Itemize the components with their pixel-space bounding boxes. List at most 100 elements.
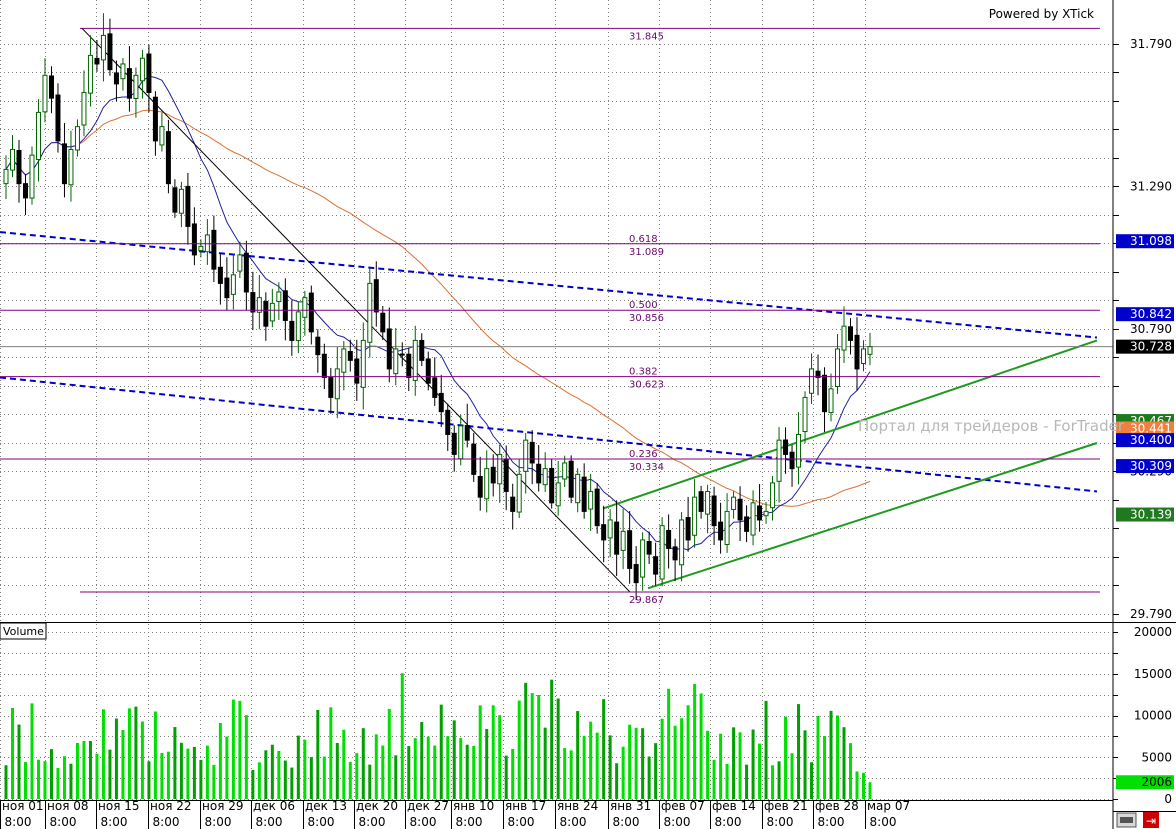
volume-bar [550, 679, 554, 799]
date-time-label: 8:00 [560, 815, 587, 829]
date-tick-label: фев 21 [764, 799, 808, 813]
candle-body [666, 529, 672, 549]
candle-body [185, 185, 191, 227]
volume-bar [121, 729, 125, 799]
candle-body [562, 462, 568, 480]
volume-bar [732, 727, 736, 799]
candle-body [490, 466, 496, 484]
volume-bar [745, 764, 749, 799]
volume-bar [4, 765, 8, 799]
fib-price-label: 30.856 [629, 313, 664, 324]
volume-bar [511, 748, 515, 799]
candle-body [867, 346, 873, 355]
price-tick-label: 31.790 [1130, 37, 1172, 51]
candle-body [835, 348, 841, 388]
volume-bar [270, 744, 274, 799]
date-tick-label: ноя 22 [150, 799, 192, 813]
candle-body [367, 282, 373, 343]
volume-bar [283, 760, 287, 799]
date-time-label: 8:00 [508, 815, 535, 829]
candle-body [412, 339, 418, 381]
candle-body [770, 482, 776, 509]
volume-bar [114, 718, 118, 799]
volume-tick-label: 10000 [1134, 709, 1172, 723]
volume-bar [628, 724, 632, 799]
volume-bar [426, 736, 430, 799]
volume-bar [30, 703, 34, 799]
candle-body [705, 490, 711, 515]
volume-bar [712, 759, 716, 799]
volume-bar [433, 745, 437, 799]
candle-body [627, 530, 633, 569]
volume-bar [862, 772, 866, 799]
volume-bar [595, 732, 599, 799]
volume-bar [660, 718, 664, 799]
candle-body [191, 223, 197, 256]
candle-body [29, 154, 35, 199]
candle-body [529, 441, 535, 464]
date-time-label: 8:00 [50, 815, 77, 829]
volume-bar [75, 742, 79, 799]
volume-bar [803, 730, 807, 799]
candle-body [516, 473, 522, 513]
volume-bar [387, 709, 391, 799]
volume-bar [758, 743, 762, 799]
volume-bar [420, 722, 424, 799]
volume-bar [719, 733, 723, 799]
date-time-label: 8:00 [456, 815, 483, 829]
candle-body [295, 311, 301, 342]
volume-bar [823, 735, 827, 799]
volume-bar [160, 752, 164, 799]
volume-bar [296, 735, 300, 799]
volume-bar [69, 763, 73, 799]
fib-price-label: 31.845 [629, 31, 664, 42]
candle-body [640, 539, 646, 578]
volume-bar [322, 756, 326, 799]
candle-body [243, 252, 249, 293]
candle-body [3, 168, 9, 185]
date-tick-label: янв 17 [505, 799, 546, 813]
volume-bar [277, 750, 281, 799]
candle-body [74, 126, 80, 151]
candle-body [711, 495, 717, 527]
candle-body [237, 254, 243, 272]
date-tick-label: фев 28 [815, 799, 859, 813]
volume-bar [49, 749, 53, 799]
candle-body [854, 334, 860, 370]
volume-bar [95, 753, 99, 799]
candle-body [731, 496, 737, 510]
volume-bar [498, 715, 502, 799]
candle-body [48, 75, 54, 99]
candle-body [165, 131, 171, 185]
volume-bar [361, 728, 365, 799]
volume-bar [543, 727, 547, 799]
candle-body [354, 358, 360, 384]
volume-flag-label: 2006 [1141, 775, 1172, 789]
volume-bar [790, 753, 794, 799]
volume-bar [199, 759, 203, 799]
trading-chart[interactable]: 31.845 0.618 31.089 0.500 30.856 0.382 30.623 0… [0, 0, 1176, 829]
candle-body [451, 432, 457, 455]
volume-bar [10, 707, 14, 799]
volume-bar [251, 770, 255, 799]
candle-body [653, 556, 659, 575]
volume-bar [680, 718, 684, 799]
volume-bar [693, 684, 697, 799]
date-tick-label: дек 20 [356, 799, 398, 813]
volume-bar [355, 753, 359, 799]
volume-bar [316, 709, 320, 799]
candle-body [458, 425, 464, 460]
candle-body [659, 525, 665, 580]
price-tick-label: 31.290 [1130, 180, 1172, 194]
date-time-label: 8:00 [308, 815, 335, 829]
candle-body [9, 148, 15, 171]
volume-bar [192, 746, 196, 799]
volume-bar [524, 682, 528, 799]
volume-bar [329, 707, 333, 799]
candle-body [42, 74, 48, 113]
candle-body [588, 490, 594, 510]
date-tick-label: дек 13 [305, 799, 347, 813]
candle-body [172, 187, 178, 213]
volume-bar [374, 734, 378, 799]
candle-body [146, 53, 152, 93]
